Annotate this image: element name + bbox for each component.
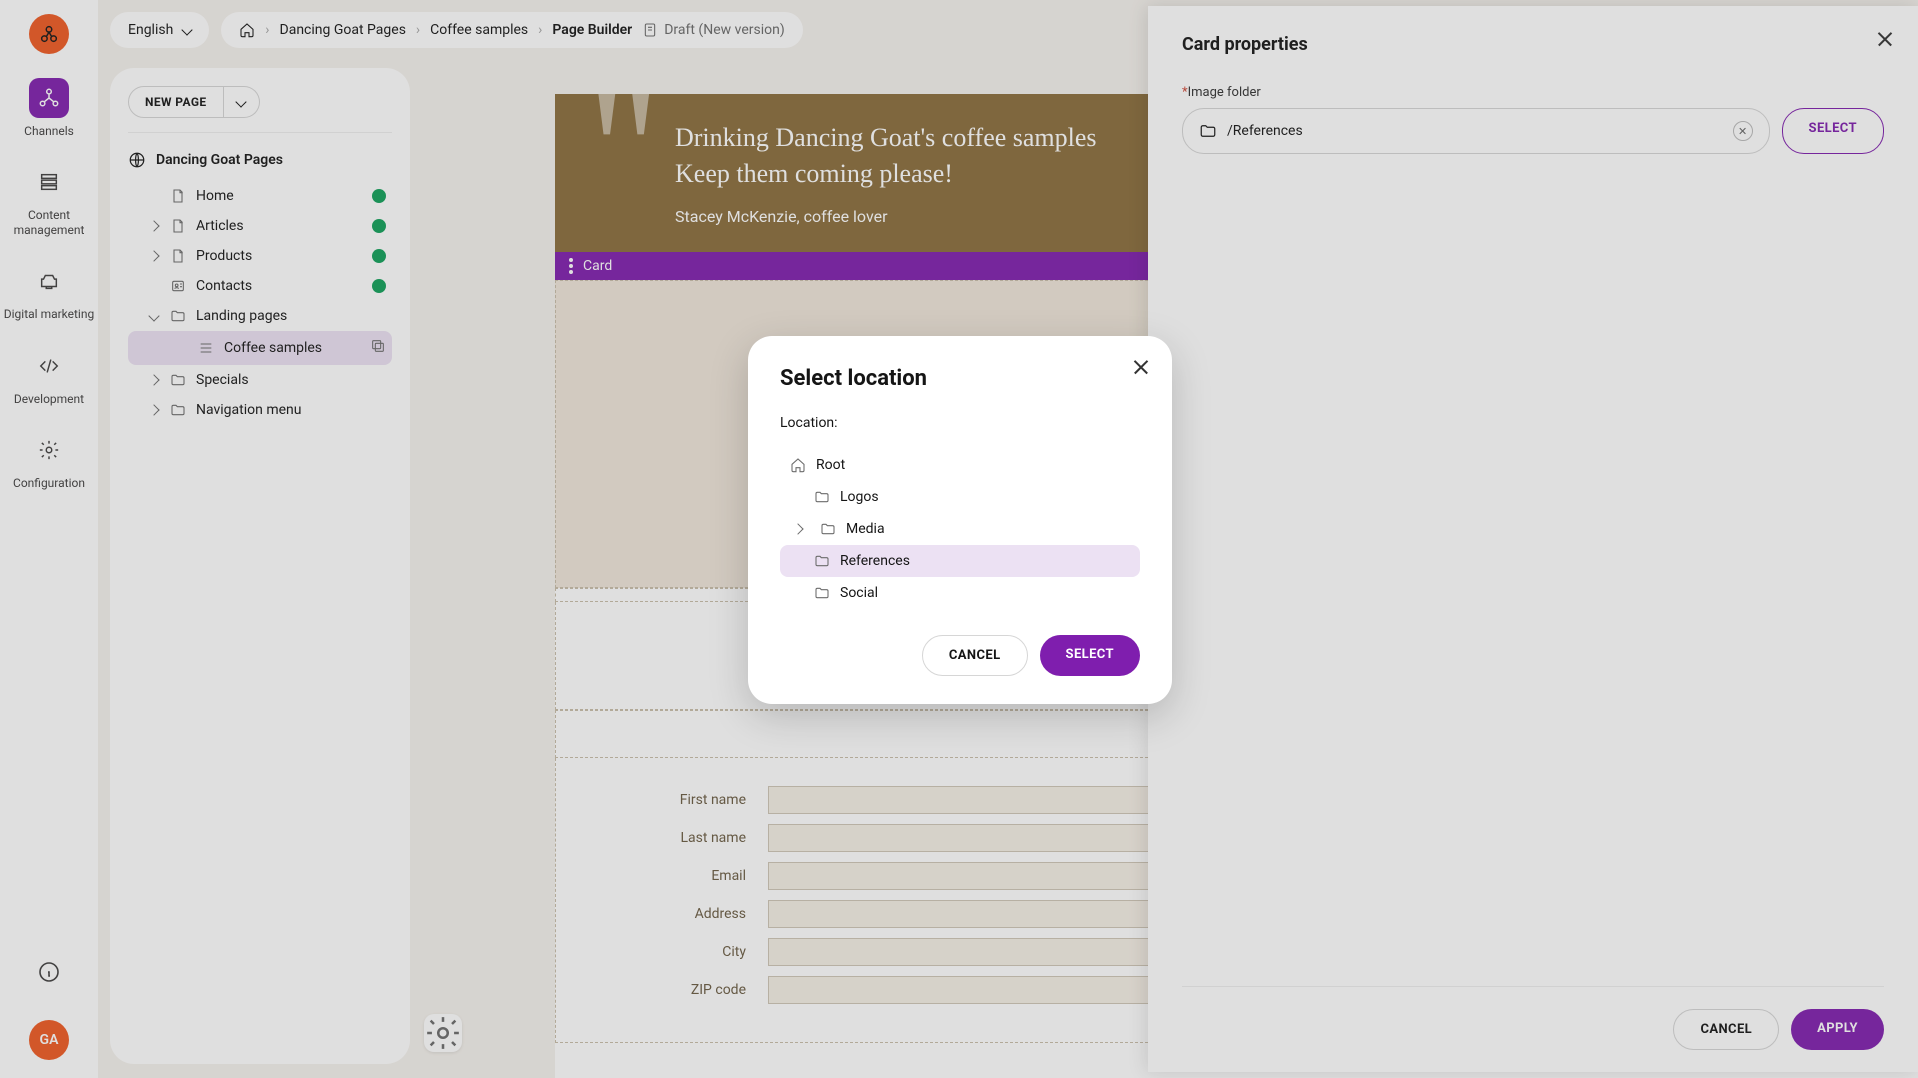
location-label: Location: xyxy=(780,415,1140,431)
folder-icon xyxy=(814,489,830,505)
close-icon xyxy=(1132,358,1150,376)
select-location-modal: Select location Location: Root Logos Media… xyxy=(748,336,1172,704)
location-item-root[interactable]: Root xyxy=(780,449,1140,481)
folder-icon xyxy=(814,585,830,601)
location-item-logos[interactable]: Logos xyxy=(780,481,1140,513)
folder-icon xyxy=(820,521,836,537)
modal-cancel-button[interactable]: CANCEL xyxy=(922,635,1028,676)
location-item-references[interactable]: References xyxy=(780,545,1140,577)
location-item-social[interactable]: Social xyxy=(780,577,1140,609)
location-item-label: References xyxy=(840,553,910,569)
location-item-media[interactable]: Media xyxy=(780,513,1140,545)
modal-title: Select location xyxy=(780,366,1140,391)
modal-select-button[interactable]: SELECT xyxy=(1040,635,1140,676)
chevron-right-icon xyxy=(794,521,810,537)
location-item-label: Media xyxy=(846,521,885,537)
location-item-label: Logos xyxy=(840,489,879,505)
folder-icon xyxy=(814,553,830,569)
home-icon xyxy=(790,457,806,473)
close-modal-button[interactable] xyxy=(1132,358,1150,376)
location-item-label: Root xyxy=(816,457,845,473)
location-item-label: Social xyxy=(840,585,878,601)
